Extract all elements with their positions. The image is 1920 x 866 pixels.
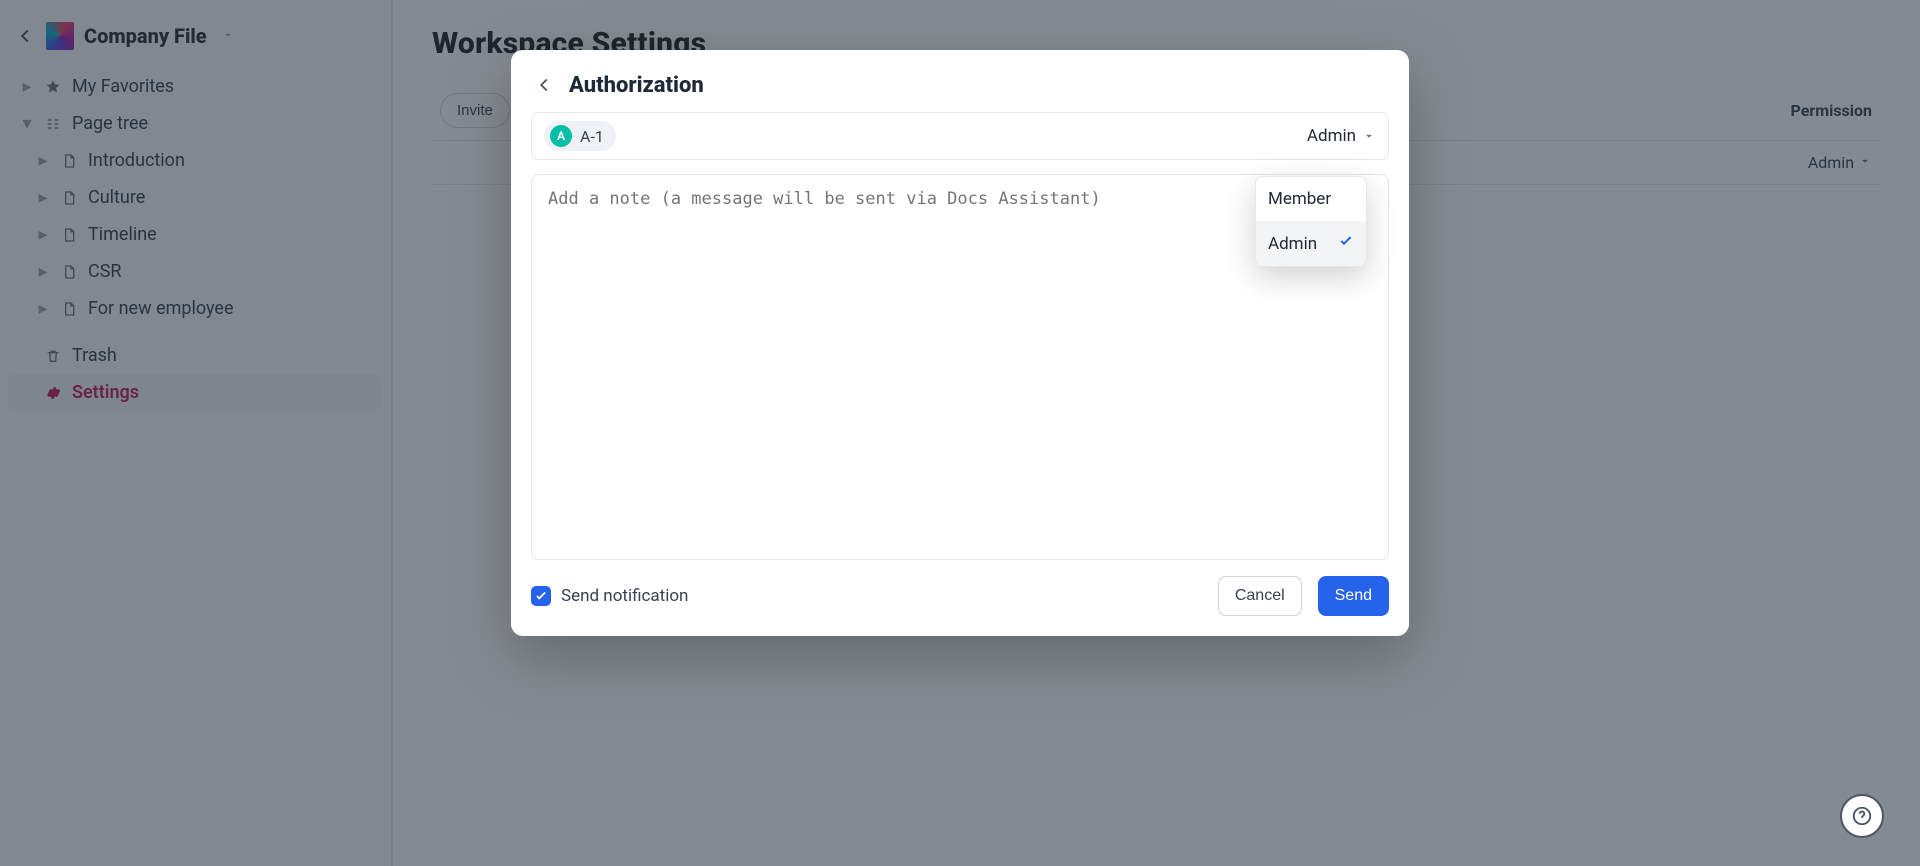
role-selected-label: Admin	[1307, 126, 1356, 146]
role-option-admin[interactable]: Admin	[1256, 221, 1366, 266]
chip-label: A-1	[580, 127, 604, 146]
avatar: A	[550, 125, 572, 147]
invite-row: A A-1 Admin	[531, 112, 1389, 160]
cancel-button[interactable]: Cancel	[1218, 576, 1302, 616]
send-button[interactable]: Send	[1318, 576, 1389, 616]
role-option-member[interactable]: Member	[1256, 177, 1366, 221]
user-chip[interactable]: A A-1	[544, 121, 616, 151]
modal-header: Authorization	[531, 72, 1389, 112]
send-notification-toggle[interactable]: Send notification	[531, 586, 688, 606]
check-icon	[1338, 233, 1354, 254]
option-label: Member	[1268, 189, 1331, 209]
role-dropdown: Member Admin	[1255, 176, 1367, 267]
checkbox-checked-icon	[531, 586, 551, 606]
authorization-modal: Authorization A A-1 Admin Send notificat…	[511, 50, 1409, 636]
option-label: Admin	[1268, 234, 1317, 254]
modal-footer: Send notification Cancel Send	[531, 576, 1389, 616]
modal-title: Authorization	[569, 73, 704, 98]
help-fab[interactable]	[1840, 794, 1884, 838]
help-icon	[1851, 805, 1873, 827]
send-notification-label: Send notification	[561, 586, 688, 606]
role-select[interactable]: Admin	[1307, 126, 1376, 146]
modal-actions: Cancel Send	[1218, 576, 1389, 616]
chevron-down-icon	[1362, 129, 1376, 143]
modal-back-button[interactable]	[531, 72, 557, 98]
